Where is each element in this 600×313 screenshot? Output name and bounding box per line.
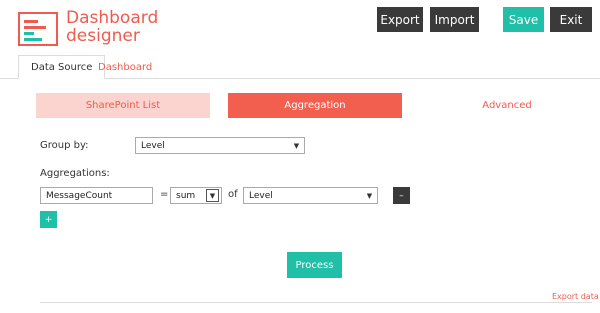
step-aggregation[interactable]: Aggregation [228, 93, 402, 118]
app-title-line2: designer [66, 26, 140, 46]
chevron-down-icon: ▼ [206, 189, 219, 202]
app-title: Dashboard designer [66, 9, 158, 45]
chevron-down-icon: ▼ [293, 141, 300, 150]
group-by-label: Group by: [40, 140, 89, 151]
chevron-down-icon: ▼ [366, 191, 373, 200]
group-by-value: Level [141, 140, 165, 151]
add-aggregation-button[interactable]: + [40, 211, 57, 228]
process-button[interactable]: Process [287, 252, 342, 278]
step-advanced[interactable]: Advanced [420, 93, 594, 118]
aggregation-name-input[interactable]: MessageCount [40, 187, 153, 204]
step-sharepoint-list[interactable]: SharePoint List [36, 93, 210, 118]
aggregation-field-value: Level [249, 190, 273, 201]
remove-aggregation-button[interactable]: – [393, 187, 410, 204]
aggregations-label: Aggregations: [40, 168, 110, 179]
bottom-divider [40, 302, 592, 303]
app-title-line1: Dashboard [66, 8, 159, 28]
group-by-select[interactable]: Level ▼ [135, 137, 305, 154]
tab-dashboard[interactable]: Dashboard [86, 55, 164, 79]
aggregation-function-select[interactable]: sum ▼ [170, 187, 222, 204]
export-data-link[interactable]: Export data [552, 292, 599, 301]
of-label: of [228, 189, 238, 200]
aggregation-function-value: sum [176, 190, 196, 201]
import-button[interactable]: Import [430, 7, 479, 32]
exit-button[interactable]: Exit [550, 7, 592, 32]
save-button[interactable]: Save [503, 7, 544, 32]
logo-icon [18, 12, 58, 46]
aggregation-field-select[interactable]: Level ▼ [243, 187, 378, 204]
export-button[interactable]: Export [377, 7, 423, 32]
equals-label: = [160, 189, 169, 200]
